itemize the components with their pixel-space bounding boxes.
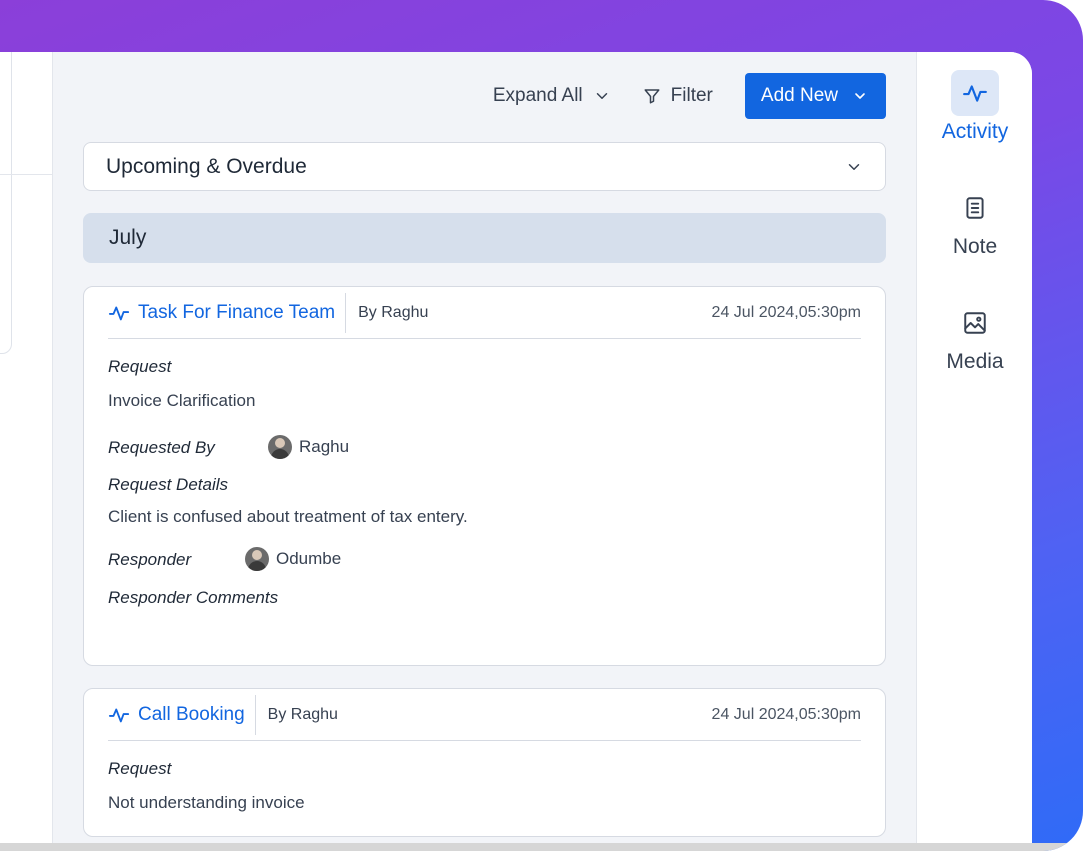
activity-icon — [108, 708, 130, 722]
add-new-label: Add New — [760, 85, 838, 106]
app-window: Expand All Filter Add New Upcoming & Ove… — [0, 52, 1032, 851]
responder-comments-label: Responder Comments — [108, 588, 279, 607]
left-panel-divider — [0, 174, 53, 175]
activity-card-timestamp: 24 Jul 2024,05:30pm — [711, 303, 861, 321]
request-label: Request — [108, 357, 172, 376]
rail-item-label: Activity — [941, 120, 1009, 143]
expand-all-label: Expand All — [492, 85, 583, 106]
request-label: Request — [108, 759, 172, 778]
request-details-label: Request Details — [108, 475, 229, 494]
filter-button[interactable]: Filter — [643, 85, 713, 107]
month-label: July — [109, 226, 147, 249]
activity-icon — [951, 70, 999, 116]
chevron-down-icon — [855, 93, 865, 99]
activity-icon — [108, 306, 130, 320]
view-filter-select[interactable]: Upcoming & Overdue — [83, 142, 886, 191]
activity-card-timestamp: 24 Jul 2024,05:30pm — [711, 705, 861, 723]
month-group-header[interactable]: July — [83, 213, 886, 263]
right-rail: Activity Note Media — [916, 52, 1032, 851]
activity-card-title-text: Call Booking — [138, 703, 245, 725]
rail-item-label: Media — [946, 350, 1004, 373]
activity-feed-panel: Expand All Filter Add New Upcoming & Ove… — [53, 52, 916, 851]
avatar — [268, 435, 292, 459]
responder-name: Odumbe — [276, 549, 342, 568]
request-value: Not understanding invoice — [108, 793, 305, 812]
note-icon — [951, 185, 999, 231]
activity-card[interactable]: Task For Finance Team By Raghu 24 Jul 20… — [83, 286, 886, 666]
responder-label: Responder — [108, 550, 192, 569]
rail-item-label: Note — [952, 235, 998, 258]
rail-item-activity[interactable]: Activity — [917, 70, 1032, 144]
requested-by-person: Raghu — [268, 435, 349, 459]
rail-item-note[interactable]: Note — [917, 185, 1032, 259]
filter-label: Filter — [670, 85, 713, 106]
requested-by-name: Raghu — [299, 437, 350, 456]
requested-by-label: Requested By — [108, 438, 215, 457]
activity-card-header: Task For Finance Team By Raghu 24 Jul 20… — [108, 287, 861, 339]
expand-all-button[interactable]: Expand All — [493, 85, 611, 107]
view-filter-value: Upcoming & Overdue — [106, 154, 307, 178]
request-value: Invoice Clarification — [108, 391, 256, 410]
activity-card-author: By Raghu — [267, 705, 338, 723]
bottom-edge — [0, 843, 1083, 851]
app-frame: Expand All Filter Add New Upcoming & Ove… — [0, 0, 1083, 851]
filter-icon — [644, 89, 660, 104]
request-details-value: Client is confused about treatment of ta… — [108, 507, 468, 526]
left-panel — [0, 52, 53, 851]
avatar — [245, 547, 269, 571]
chevron-down-icon — [596, 93, 607, 99]
feed-toolbar: Expand All Filter Add New — [493, 73, 886, 119]
activity-card-title[interactable]: Task For Finance Team — [108, 292, 347, 333]
rail-item-media[interactable]: Media — [917, 300, 1032, 374]
add-new-button[interactable]: Add New — [744, 73, 886, 119]
responder-person: Odumbe — [245, 547, 341, 571]
activity-card-author: By Raghu — [358, 303, 429, 321]
activity-card-title-text: Task For Finance Team — [138, 301, 336, 323]
activity-card[interactable]: Call Booking By Raghu 24 Jul 2024,05:30p… — [83, 688, 886, 837]
image-icon — [951, 300, 999, 346]
chevron-down-icon — [848, 163, 860, 170]
activity-card-header: Call Booking By Raghu 24 Jul 2024,05:30p… — [108, 689, 861, 741]
left-panel-card-edge — [0, 52, 12, 354]
activity-card-title[interactable]: Call Booking — [108, 694, 256, 735]
